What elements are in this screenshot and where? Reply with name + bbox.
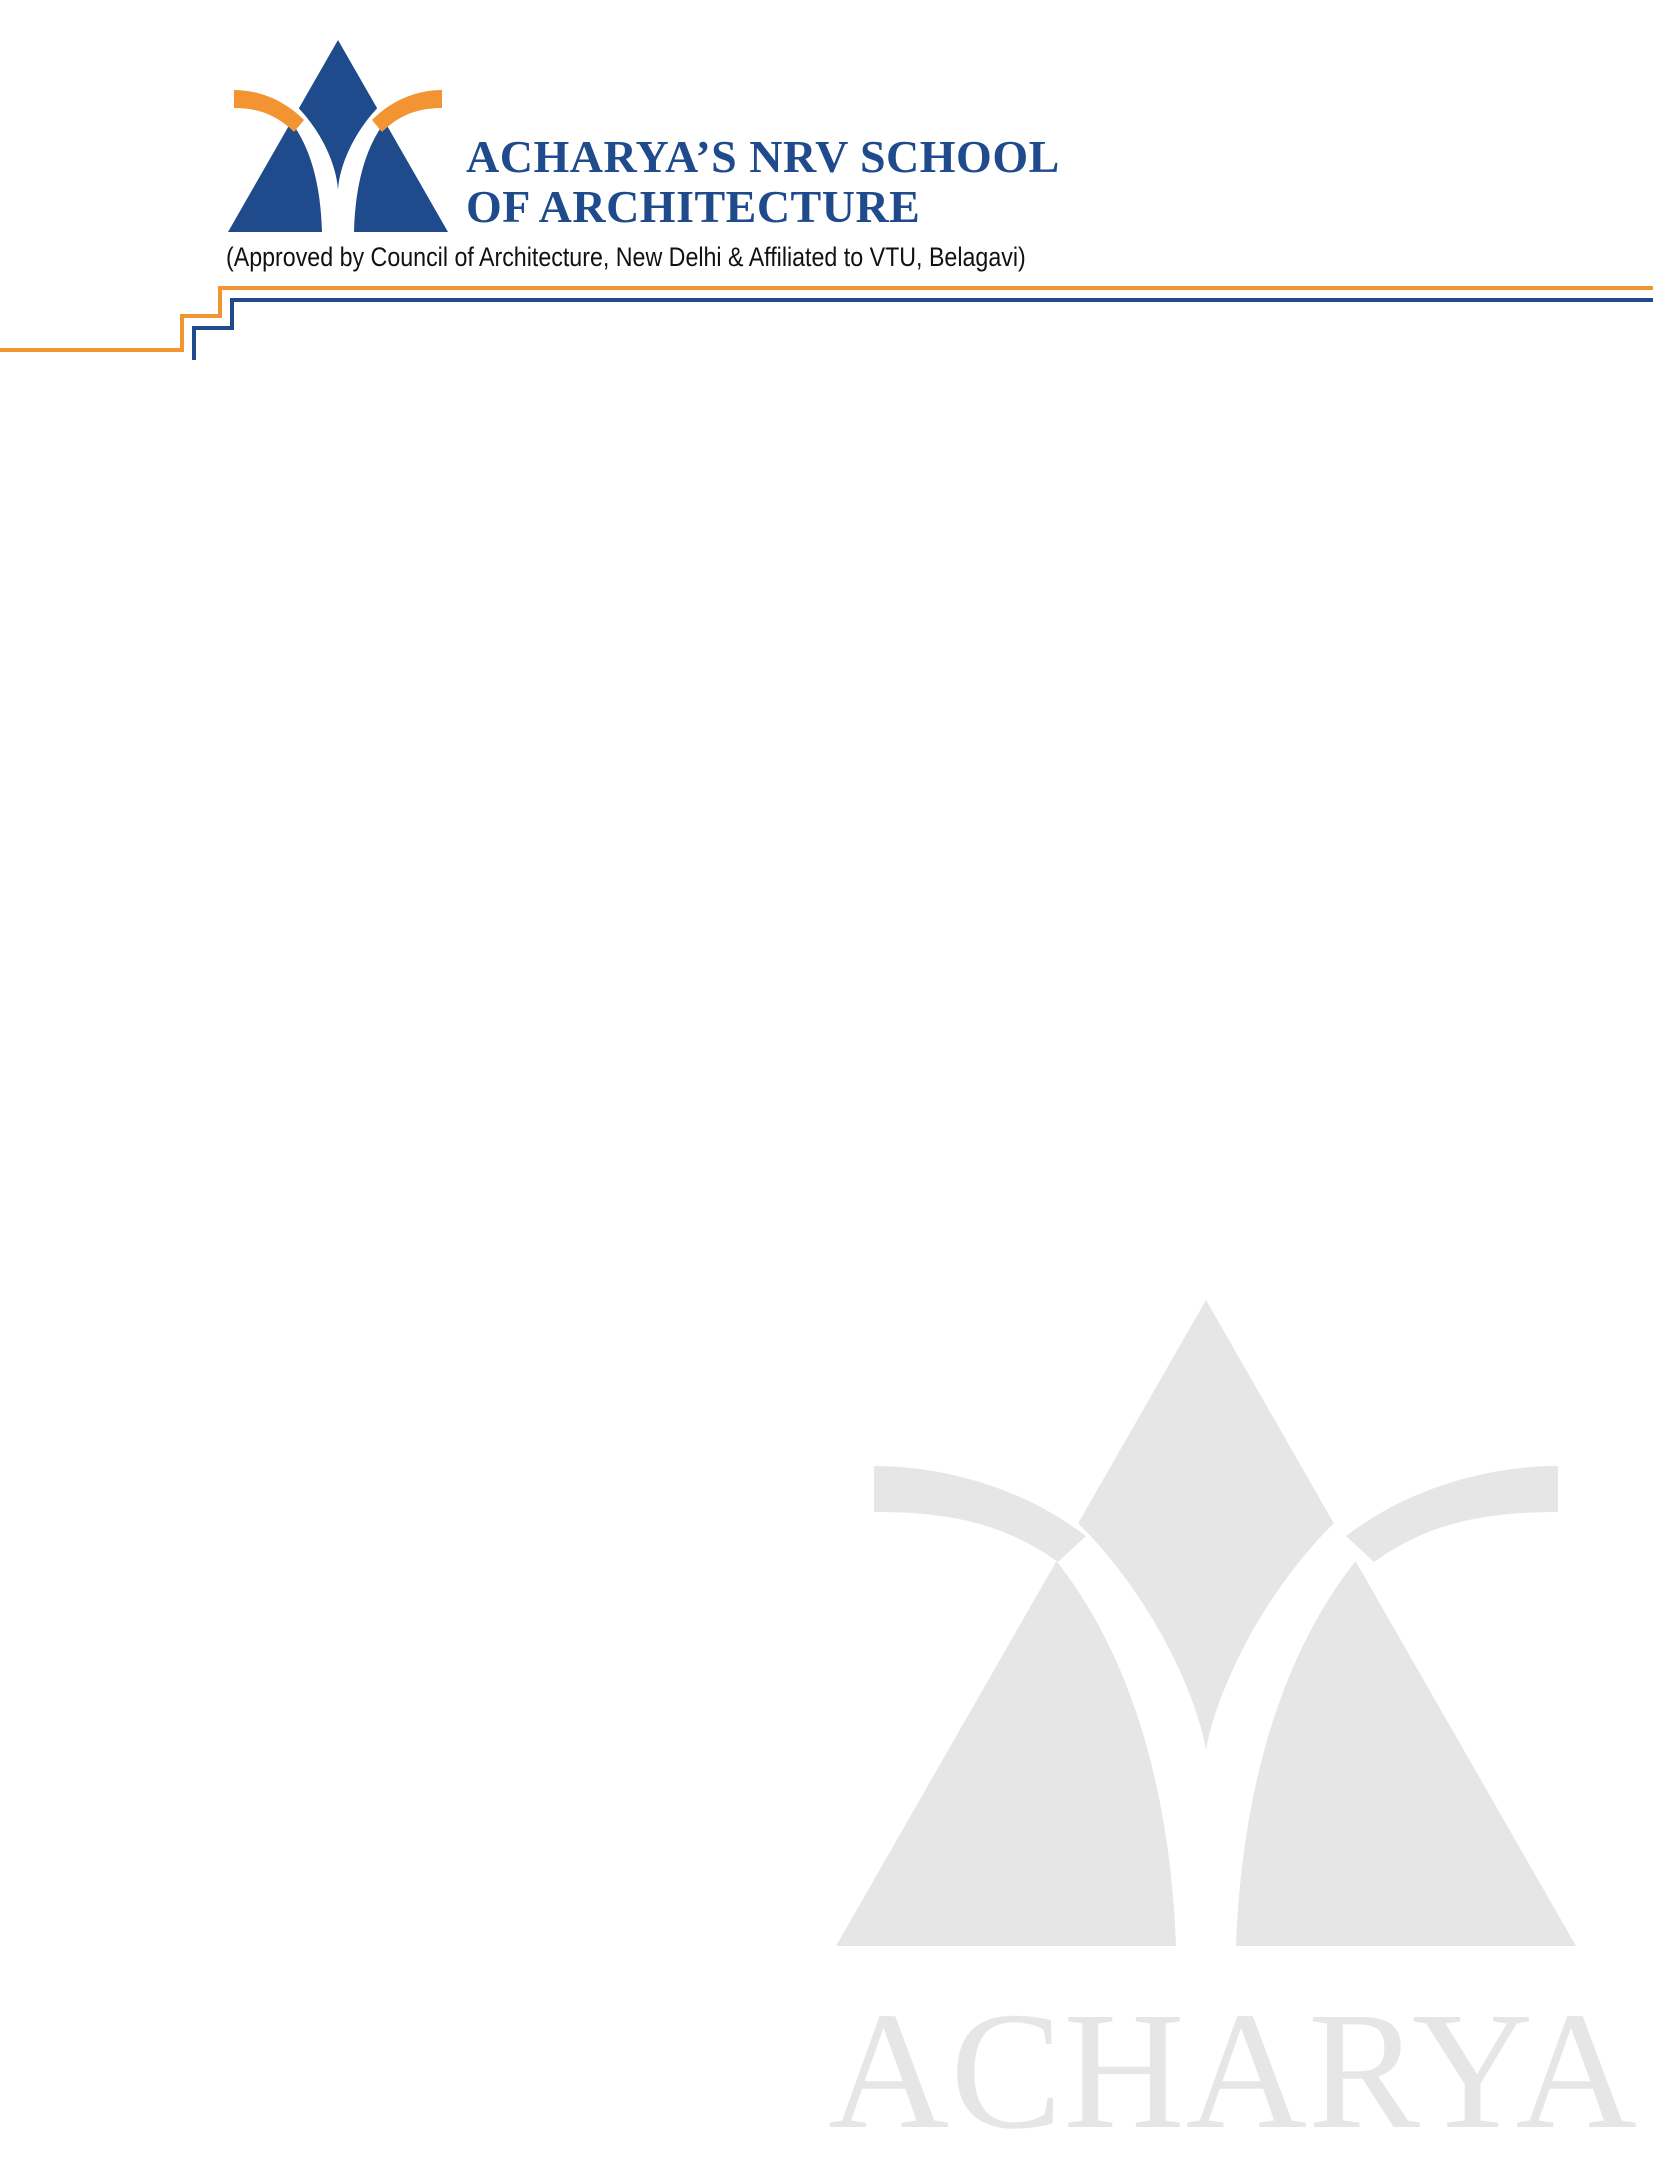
watermark-word: ACHARYA (828, 1978, 1638, 2164)
header-divider-lines (0, 286, 1653, 360)
school-name-line2: OF ARCHITECTURE (466, 181, 921, 232)
school-name: ACHARYA’S NRV SCHOOL OF ARCHITECTURE (466, 132, 1060, 232)
acharya-logo-icon (228, 40, 448, 232)
orange-divider-line (0, 286, 1653, 352)
watermark-logo-icon (836, 1300, 1576, 1946)
blue-divider-line (0, 298, 1653, 360)
letterhead-header: ACHARYA’S NRV SCHOOL OF ARCHITECTURE (Ap… (0, 0, 1653, 380)
school-name-line1: ACHARYA’S NRV SCHOOL (466, 131, 1060, 182)
watermark: ACHARYA (820, 1290, 1637, 2156)
approval-text: (Approved by Council of Architecture, Ne… (226, 242, 1026, 272)
